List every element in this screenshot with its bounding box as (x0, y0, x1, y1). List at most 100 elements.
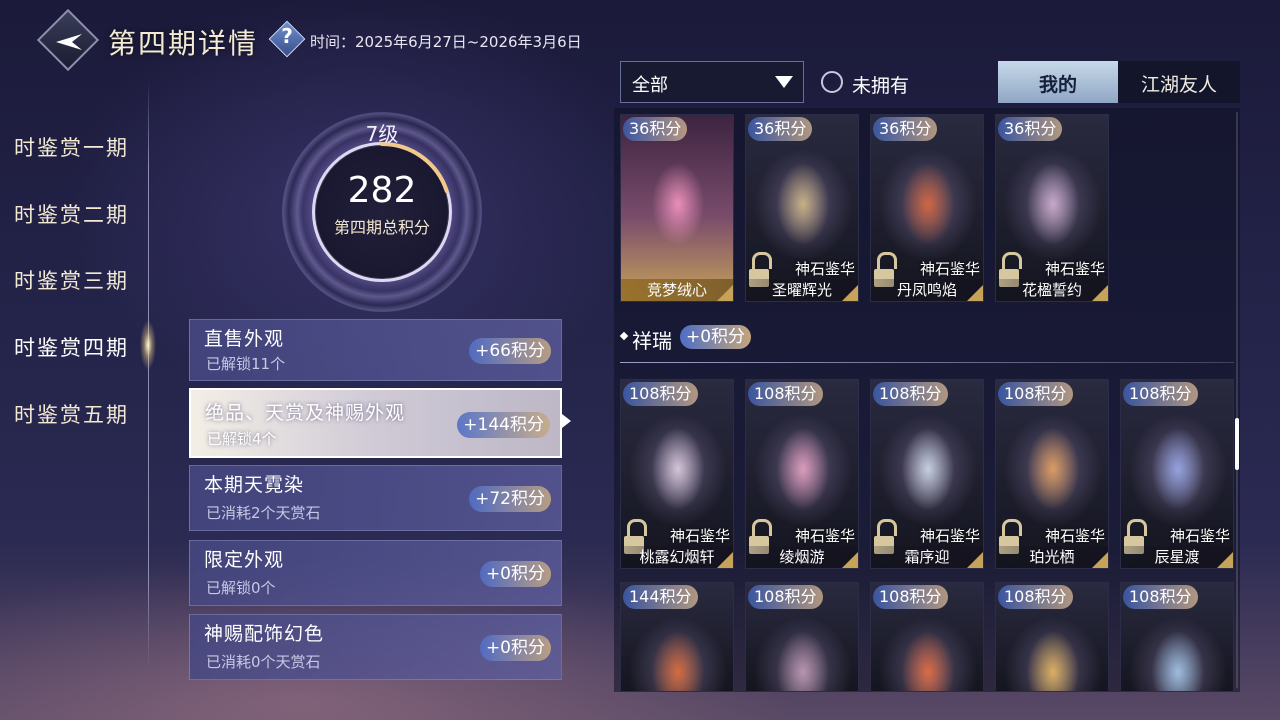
nav-item-period-5[interactable]: 时鉴赏五期 (14, 399, 129, 429)
category-points: +0积分 (479, 635, 551, 661)
outfit-artwork (1143, 617, 1213, 691)
unowned-label[interactable]: 未拥有 (852, 71, 909, 98)
category-points: +144积分 (457, 412, 550, 438)
card-corner-icon (842, 285, 858, 301)
card-points: 108积分 (873, 382, 948, 406)
category-subtitle: 已消耗2个天赏石 (206, 504, 321, 522)
category-accessory-color[interactable]: 神赐配饰幻色 已消耗0个天赏石 +0积分 (189, 614, 562, 680)
lock-icon (877, 519, 897, 536)
lock-icon (1002, 519, 1022, 536)
category-direct-sale[interactable]: 直售外观 已解锁11个 +66积分 (189, 319, 562, 381)
outfit-artwork (1018, 414, 1088, 524)
card-points: 36积分 (748, 117, 813, 141)
outfit-artwork (643, 149, 713, 259)
outfit-artwork (1018, 149, 1088, 259)
scrollbar-track[interactable] (1236, 112, 1238, 688)
outfit-artwork (643, 414, 713, 524)
card-source: 神石鉴华 (919, 527, 980, 545)
category-limited[interactable]: 限定外观 已解锁0个 +0积分 (189, 540, 562, 606)
back-arrow-icon (56, 34, 82, 50)
section-points: +0积分 (680, 325, 752, 349)
card-corner-icon (967, 552, 983, 568)
category-title: 神赐配饰幻色 (204, 623, 325, 645)
card-corner-icon (967, 285, 983, 301)
top-outfit-card[interactable]: 36积分 神石鉴华 花楹誓约 (995, 114, 1109, 302)
page-title: 第四期详情 (108, 27, 259, 60)
section-outfit-card[interactable]: 108积分 神石鉴华 辰星渡 (1120, 379, 1234, 569)
category-subtitle: 已解锁0个 (206, 579, 276, 597)
outfit-artwork (768, 617, 838, 691)
card-points: 108积分 (1123, 585, 1198, 609)
lock-icon (877, 252, 897, 269)
card-points: 36积分 (873, 117, 938, 141)
help-icon: ? (281, 24, 293, 48)
card-source: 神石鉴华 (794, 260, 855, 278)
bottom-outfit-card[interactable]: 108积分 (1120, 582, 1234, 692)
unowned-radio[interactable] (821, 71, 843, 93)
scrollbar-thumb[interactable] (1235, 418, 1239, 470)
card-points: 108积分 (873, 585, 948, 609)
category-points: +72积分 (469, 486, 551, 512)
nav-item-period-3[interactable]: 时鉴赏三期 (14, 265, 129, 295)
nav-item-period-4[interactable]: 时鉴赏四期 (14, 332, 129, 362)
total-score: 282 (347, 170, 417, 211)
outfit-artwork (1143, 414, 1213, 524)
card-source: 神石鉴华 (794, 527, 855, 545)
section-outfit-card[interactable]: 108积分 神石鉴华 桃露幻烟轩 (620, 379, 734, 569)
filter-dropdown-value: 全部 (632, 75, 668, 96)
level-label: 7级 (365, 122, 399, 146)
card-points: 108积分 (623, 382, 698, 406)
level-progress-arc (312, 142, 452, 282)
nav-item-period-1[interactable]: 时鉴赏一期 (14, 132, 129, 162)
outfit-artwork (643, 617, 713, 691)
bottom-outfit-card[interactable]: 108积分 (745, 582, 859, 692)
bottom-outfit-card[interactable]: 108积分 (870, 582, 984, 692)
category-premium[interactable]: 绝品、天赏及神赐外观 已解锁4个 +144积分 (189, 388, 562, 458)
card-points: 108积分 (998, 382, 1073, 406)
card-source: 神石鉴华 (1044, 527, 1105, 545)
category-subtitle: 已解锁11个 (206, 355, 286, 373)
outfit-artwork (893, 149, 963, 259)
nav-divider (148, 80, 149, 670)
bottom-outfit-card[interactable]: 108积分 (995, 582, 1109, 692)
card-points: 36积分 (623, 117, 688, 141)
outfit-artwork (768, 149, 838, 259)
card-points: 36积分 (998, 117, 1063, 141)
top-outfit-card[interactable]: 36积分 神石鉴华 圣曜辉光 (745, 114, 859, 302)
card-source: 神石鉴华 (1169, 527, 1230, 545)
category-title: 本期天霓染 (204, 474, 305, 496)
top-outfit-card[interactable]: 36积分 竞梦绒心 (620, 114, 734, 302)
lock-icon (1127, 519, 1147, 536)
card-points: 108积分 (748, 382, 823, 406)
card-corner-icon (1217, 552, 1233, 568)
card-corner-icon (1092, 552, 1108, 568)
category-points: +0积分 (479, 561, 551, 587)
card-corner-icon (717, 552, 733, 568)
category-subtitle: 已消耗0个天赏石 (206, 653, 321, 671)
section-outfit-card[interactable]: 108积分 神石鉴华 珀光栖 (995, 379, 1109, 569)
outfit-artwork (893, 617, 963, 691)
tab-mine-label: 我的 (1038, 74, 1077, 96)
category-title: 绝品、天赏及神赐外观 (205, 402, 406, 424)
section-outfit-card[interactable]: 108积分 神石鉴华 绫烟游 (745, 379, 859, 569)
card-points: 108积分 (748, 585, 823, 609)
total-score-label: 第四期总积分 (333, 218, 430, 237)
lock-icon (1002, 252, 1022, 269)
nav-item-period-2[interactable]: 时鉴赏二期 (14, 199, 129, 229)
bottom-outfit-card[interactable]: 144积分 (620, 582, 734, 692)
lock-icon (752, 519, 772, 536)
section-outfit-card[interactable]: 108积分 神石鉴华 霜序迎 (870, 379, 984, 569)
outfit-artwork (1018, 617, 1088, 691)
outfit-artwork (768, 414, 838, 524)
section-divider (620, 362, 1234, 363)
category-title: 限定外观 (204, 549, 285, 571)
card-source: 神石鉴华 (1044, 260, 1105, 278)
category-dye[interactable]: 本期天霓染 已消耗2个天赏石 +72积分 (189, 465, 562, 531)
nav-selected-indicator (140, 320, 156, 370)
top-outfit-card[interactable]: 36积分 神石鉴华 丹凤鸣焰 (870, 114, 984, 302)
tab-friends-label: 江湖友人 (1140, 74, 1217, 96)
period-text: 时间：2025年6月27日~2026年3月6日 (310, 33, 582, 51)
card-points: 108积分 (998, 585, 1073, 609)
card-corner-icon (842, 552, 858, 568)
card-corner-icon (717, 285, 733, 301)
